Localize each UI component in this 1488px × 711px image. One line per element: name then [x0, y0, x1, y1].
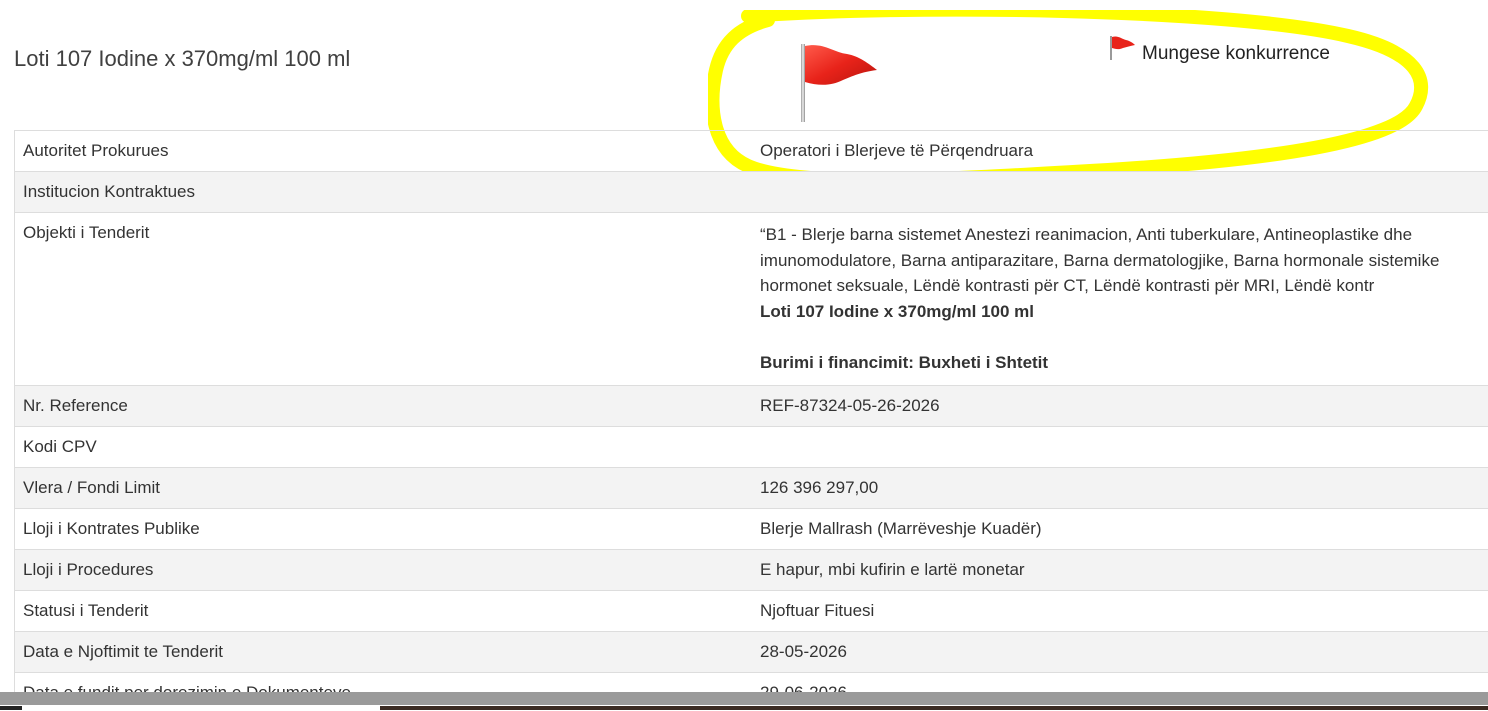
row-value: “B1 - Blerje barna sistemet Anestezi rea… [752, 212, 1488, 386]
tender-object-description: “B1 - Blerje barna sistemet Anestezi rea… [760, 225, 1440, 295]
table-row: Statusi i Tenderit Njoftuar Fituesi [14, 590, 1488, 632]
page: Loti 107 Iodine x 370mg/ml 100 ml Munges… [0, 0, 1488, 711]
table-row: Objekti i Tenderit “B1 - Blerje barna si… [14, 212, 1488, 386]
flag-label: Mungese konkurrence [1142, 43, 1330, 64]
row-value: 126 396 297,00 [752, 467, 1488, 509]
row-label: Institucion Kontraktues [14, 171, 752, 213]
table-row: Autoritet Prokurues Operatori i Blerjeve… [14, 130, 1488, 172]
page-title: Loti 107 Iodine x 370mg/ml 100 ml [14, 46, 351, 71]
table-row: Lloji i Procedures E hapur, mbi kufirin … [14, 549, 1488, 591]
table-row: Lloji i Kontrates Publike Blerje Mallras… [14, 508, 1488, 550]
row-label: Objekti i Tenderit [14, 212, 752, 386]
row-label: Lloji i Procedures [14, 549, 752, 591]
row-label: Data e Njoftimit te Tenderit [14, 631, 752, 673]
table-row: Data e Njoftimit te Tenderit 28-05-2026 [14, 631, 1488, 673]
row-value [752, 426, 1488, 468]
table-row: Kodi CPV [14, 426, 1488, 468]
horizontal-scrollbar[interactable] [0, 692, 1488, 705]
row-label: Lloji i Kontrates Publike [14, 508, 752, 550]
row-label: Vlera / Fondi Limit [14, 467, 752, 509]
row-value: Operatori i Blerjeve të Përqendruara [752, 130, 1488, 172]
red-flag-icon [801, 44, 877, 122]
taskbar-strip [0, 705, 1488, 711]
table-row: Vlera / Fondi Limit 126 396 297,00 [14, 467, 1488, 509]
row-label: Nr. Reference [14, 385, 752, 427]
row-value: 28-05-2026 [752, 631, 1488, 673]
row-value: E hapur, mbi kufirin e lartë monetar [752, 549, 1488, 591]
lot-name: Loti 107 Iodine x 370mg/ml 100 ml [760, 301, 1034, 321]
table-row: Institucion Kontraktues [14, 171, 1488, 213]
row-value: Blerje Mallrash (Marrëveshje Kuadër) [752, 508, 1488, 550]
red-flag-icon [1110, 36, 1135, 60]
table-row: Nr. Reference REF-87324-05-26-2026 [14, 385, 1488, 427]
tender-details-table: Autoritet Prokurues Operatori i Blerjeve… [14, 130, 1488, 711]
row-label: Kodi CPV [14, 426, 752, 468]
row-value: REF-87324-05-26-2026 [752, 385, 1488, 427]
row-label: Statusi i Tenderit [14, 590, 752, 632]
row-value: Njoftuar Fituesi [752, 590, 1488, 632]
row-label: Autoritet Prokurues [14, 130, 752, 172]
funding-source: Burimi i financimit: Buxheti i Shtetit [760, 352, 1049, 372]
row-value [752, 171, 1488, 213]
